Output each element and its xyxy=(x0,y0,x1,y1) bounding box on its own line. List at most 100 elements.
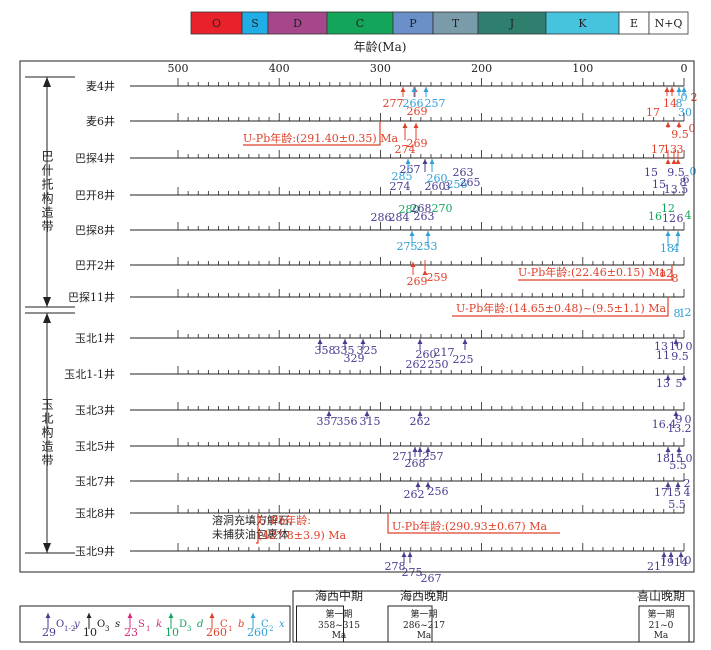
orogeny-phase: 第一期 xyxy=(410,608,437,620)
age-label: 6 xyxy=(677,212,684,225)
axis-tick-label: 200 xyxy=(471,62,492,75)
legend-suffix: s xyxy=(115,619,120,630)
age-label: 21 xyxy=(647,560,661,573)
event-arrowhead xyxy=(676,122,682,127)
age-label: 2 xyxy=(685,422,692,435)
well-name: 玉北5井 xyxy=(75,439,115,453)
age-label: 270 xyxy=(432,202,453,215)
event-arrowhead xyxy=(364,411,370,416)
event-arrowhead xyxy=(407,552,413,557)
age-label: U-Pb年龄: xyxy=(258,513,311,527)
well-name: 巴开2井 xyxy=(75,258,115,272)
event-arrowhead xyxy=(668,552,674,557)
orogeny-name: 海西晚期 xyxy=(400,588,448,603)
period-label: C xyxy=(356,17,364,30)
well-row: 玉北3井357 356 315 262 16.4 9 013. 2 xyxy=(75,402,692,435)
well-row: 玉北1井358335 325329 260217262 250 22513 10 09.5 xyxy=(75,330,693,371)
well-name: 玉北1井 xyxy=(75,331,115,345)
orogeny-unit: Ma xyxy=(654,631,669,641)
event-arrowhead xyxy=(401,552,407,557)
age-label: U-Pb年龄:(290.93±0.67) Ma xyxy=(392,519,547,533)
legend-formation: S xyxy=(138,619,145,630)
age-label: 266 xyxy=(403,97,424,110)
belt-name: 玉北构造带 xyxy=(40,398,54,468)
period-label: E xyxy=(630,17,638,30)
orogeny-range: 286~217 xyxy=(403,621,445,631)
event-arrowhead xyxy=(425,231,431,236)
event-arrowhead xyxy=(413,123,419,128)
well-name: 玉北7井 xyxy=(75,474,115,488)
legend-subscript: 3 xyxy=(105,625,109,633)
orogeny-unit: Ma xyxy=(332,631,347,641)
event-arrowhead xyxy=(664,87,670,92)
event-arrowhead xyxy=(669,87,675,92)
age-label: 17 xyxy=(646,106,660,119)
well-name: 玉北3井 xyxy=(75,403,115,417)
age-label: 2 xyxy=(685,306,692,319)
age-label: 267 xyxy=(421,572,442,585)
well-row: 巴开8井274 2603 15 813.5 xyxy=(75,176,688,202)
period-label: T xyxy=(452,17,460,30)
age-label: U-Pb年龄:(14.65±0.48)~(9.5±1.1) Ma xyxy=(456,301,666,315)
event-arrowhead xyxy=(676,447,682,452)
well-name: 玉北9井 xyxy=(75,544,115,558)
age-label: 256 xyxy=(428,485,449,498)
well-name: 巴探11井 xyxy=(68,290,115,304)
event-arrowhead xyxy=(429,159,435,164)
well-row: 麦4井277269266 257171480302 xyxy=(86,78,698,119)
axis-tick-label: 300 xyxy=(370,62,391,75)
legend-value: 23 xyxy=(124,626,138,639)
well-row: 巴探4井285267260 2632562651713 315 9.5 06 xyxy=(75,143,697,191)
well-row: 玉北9井27827526721 19 140 xyxy=(75,543,692,585)
legend-subscript: 3 xyxy=(187,625,191,633)
legend-arrowhead xyxy=(86,613,92,618)
event-arrowhead xyxy=(675,231,681,236)
well-row: 玉北5井271268257 18 15 05.5 xyxy=(75,438,693,472)
well-row: 麦6井U-Pb年龄:(291.40±0.35) Ma 2692749.5 0 xyxy=(86,113,696,156)
orogeny-phases: 海西中期第一期358~315Ma海西晚期第一期286~217Ma喜山晚期第一期2… xyxy=(292,588,695,643)
legend-suffix: y xyxy=(73,619,80,630)
event-arrowhead xyxy=(415,482,421,487)
event-arrowhead xyxy=(342,339,348,344)
well-name: 玉北8井 xyxy=(75,506,115,520)
event-arrowhead xyxy=(675,482,681,487)
well-row: 玉北7井262 256 17 15245.5 xyxy=(75,473,691,511)
axis-tick-label: 500 xyxy=(168,62,189,75)
age-label: 13. xyxy=(667,422,685,435)
orogeny-name: 海西中期 xyxy=(315,588,363,603)
structural-belts: 巴什托构造带玉北构造带 xyxy=(25,76,75,554)
period-label: N+Q xyxy=(655,17,683,30)
legend-formation: O xyxy=(56,619,64,630)
legend-subscript: 2 xyxy=(269,625,273,633)
legend-arrowhead xyxy=(45,613,51,618)
age-label: 12 xyxy=(662,212,676,225)
well-row: 巴开2井184U-Pb年龄:(22.46±0.15) Ma128269 259 xyxy=(75,242,685,288)
age-label: 357 xyxy=(317,415,338,428)
event-arrowhead xyxy=(665,231,671,236)
event-arrowhead xyxy=(422,159,428,164)
event-arrowhead xyxy=(675,159,681,164)
well-name: 麦4井 xyxy=(86,79,115,93)
event-arrowhead xyxy=(400,87,406,92)
well-name: 麦6井 xyxy=(86,114,115,128)
age-label: 253 xyxy=(417,240,438,253)
legend-suffix: d xyxy=(197,619,203,630)
arrowhead xyxy=(43,77,51,87)
age-label: 13.5 xyxy=(664,183,689,196)
well-name: 玉北1-1井 xyxy=(64,367,115,381)
age-label: 275 xyxy=(397,240,418,253)
axis-tick-label: 0 xyxy=(681,62,688,75)
period-label: J xyxy=(509,17,514,30)
age-label: 30 xyxy=(678,106,692,119)
orogeny-phase: 第一期 xyxy=(325,608,352,620)
age-label: 358 xyxy=(315,344,336,357)
age-label: 9.5 xyxy=(671,350,689,363)
event-arrowhead xyxy=(417,339,423,344)
event-arrowhead xyxy=(423,87,429,92)
belt-label: 巴什托构造带 xyxy=(40,150,54,234)
age-axis-tick-labels: 500 400 300 200 100 0 xyxy=(168,62,688,75)
arrowhead xyxy=(43,297,51,307)
legend-formation: C xyxy=(220,619,228,630)
event-arrowhead xyxy=(676,87,682,92)
age-label: 13 xyxy=(663,143,677,156)
